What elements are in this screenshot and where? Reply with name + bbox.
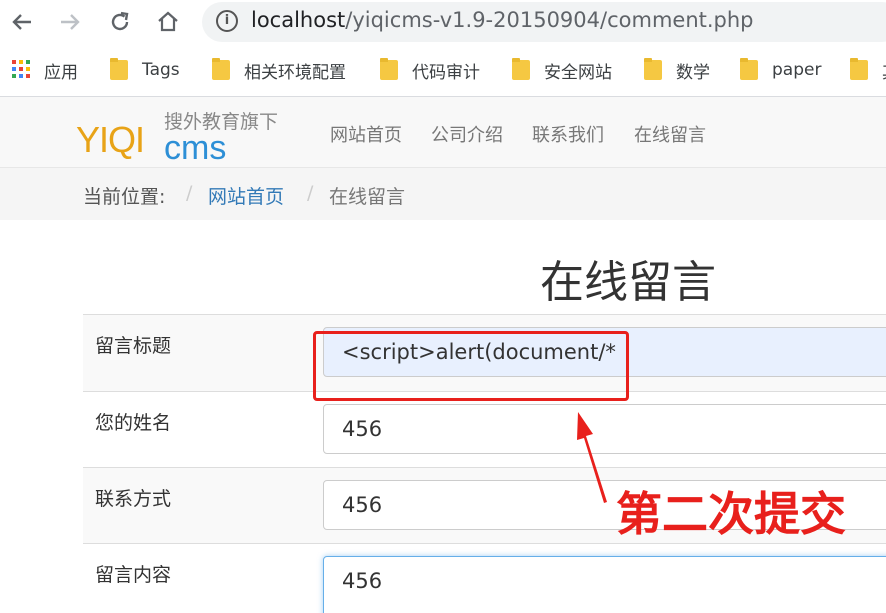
bookmark-env-config[interactable]: 相关环境配置 (212, 52, 346, 88)
bookmark-label: Tags (142, 60, 180, 80)
page-title: 在线留言 (540, 257, 716, 308)
folder-icon (380, 58, 398, 80)
bookmark-label: 安全网站 (544, 62, 612, 83)
bookmark-tags[interactable]: Tags (110, 52, 180, 88)
name-input[interactable]: 456 (323, 404, 886, 454)
annotation-highlight-box (313, 331, 629, 401)
breadcrumb-home-link[interactable]: 网站首页 (208, 182, 284, 209)
form-row-content: 留言内容 456 (83, 543, 886, 613)
reload-button[interactable] (104, 6, 136, 38)
bookmark-other[interactable]: 其 (850, 52, 886, 88)
back-arrow-icon (12, 14, 31, 30)
folder-icon (110, 58, 128, 80)
url-host: localhost (251, 8, 346, 32)
bookmark-label: 应用 (44, 62, 78, 83)
site-logo[interactable]: YIQI 搜外教育旗下 cms (76, 107, 306, 167)
folder-icon (512, 58, 530, 80)
nav-contact[interactable]: 联系我们 (532, 121, 604, 147)
breadcrumb-current: 在线留言 (329, 186, 406, 208)
nav-about[interactable]: 公司介绍 (431, 121, 503, 147)
url-path: /yiqicms-v1.9-20150904/comment.php (345, 8, 754, 32)
content-label: 留言内容 (95, 564, 172, 586)
bookmark-paper[interactable]: paper (740, 52, 821, 88)
bookmark-label: 其 (882, 58, 886, 83)
contact-label: 联系方式 (95, 488, 172, 510)
home-button[interactable] (152, 6, 184, 38)
browser-toolbar: i localhost/yiqicms-v1.9-20150904/commen… (0, 0, 886, 44)
bookmark-label: paper (772, 60, 822, 80)
breadcrumb-prefix: 当前位置: (83, 186, 166, 208)
name-label: 您的姓名 (95, 412, 172, 434)
home-icon (158, 11, 178, 32)
site-navbar: YIQI 搜外教育旗下 cms 网站首页 公司介绍 联系我们 在线留言 (0, 97, 886, 168)
site-info-icon[interactable]: i (216, 10, 238, 32)
apps-grid-icon (12, 60, 32, 80)
bookmark-code-audit[interactable]: 代码审计 (380, 52, 480, 88)
form-row-name: 您的姓名 456 (83, 391, 886, 467)
nav-guestbook[interactable]: 在线留言 (634, 121, 706, 147)
folder-icon (212, 58, 230, 80)
bookmark-security-sites[interactable]: 安全网站 (512, 52, 612, 88)
breadcrumb-separator: / (307, 182, 314, 204)
logo-cms-text: cms (164, 129, 227, 167)
bookmark-label: 相关环境配置 (244, 62, 346, 83)
bookmark-label: 数学 (676, 62, 710, 83)
folder-icon (850, 58, 868, 80)
forward-arrow-icon (61, 14, 80, 30)
bookmark-apps[interactable]: 应用 (12, 52, 78, 88)
title-label: 留言标题 (95, 335, 172, 357)
nav-home[interactable]: 网站首页 (330, 121, 402, 147)
annotation-text: 第二次提交 (616, 487, 846, 541)
breadcrumb: 当前位置: / 网站首页 / 在线留言 (0, 168, 886, 220)
bookmark-math[interactable]: 数学 (644, 52, 710, 88)
back-button[interactable] (6, 6, 38, 38)
breadcrumb-separator: / (186, 182, 193, 204)
bookmarks-bar: 应用 Tags 相关环境配置 代码审计 安全网站 数学 paper 其 (0, 52, 886, 88)
folder-icon (740, 58, 758, 80)
bookmark-label: 代码审计 (412, 62, 480, 83)
url-text[interactable]: localhost/yiqicms-v1.9-20150904/comment.… (251, 8, 754, 32)
forward-button[interactable] (54, 6, 86, 38)
folder-icon (644, 58, 662, 80)
logo-yiqi-text: YIQI (76, 119, 145, 160)
content-textarea[interactable]: 456 (323, 556, 886, 613)
reload-icon (111, 11, 129, 31)
